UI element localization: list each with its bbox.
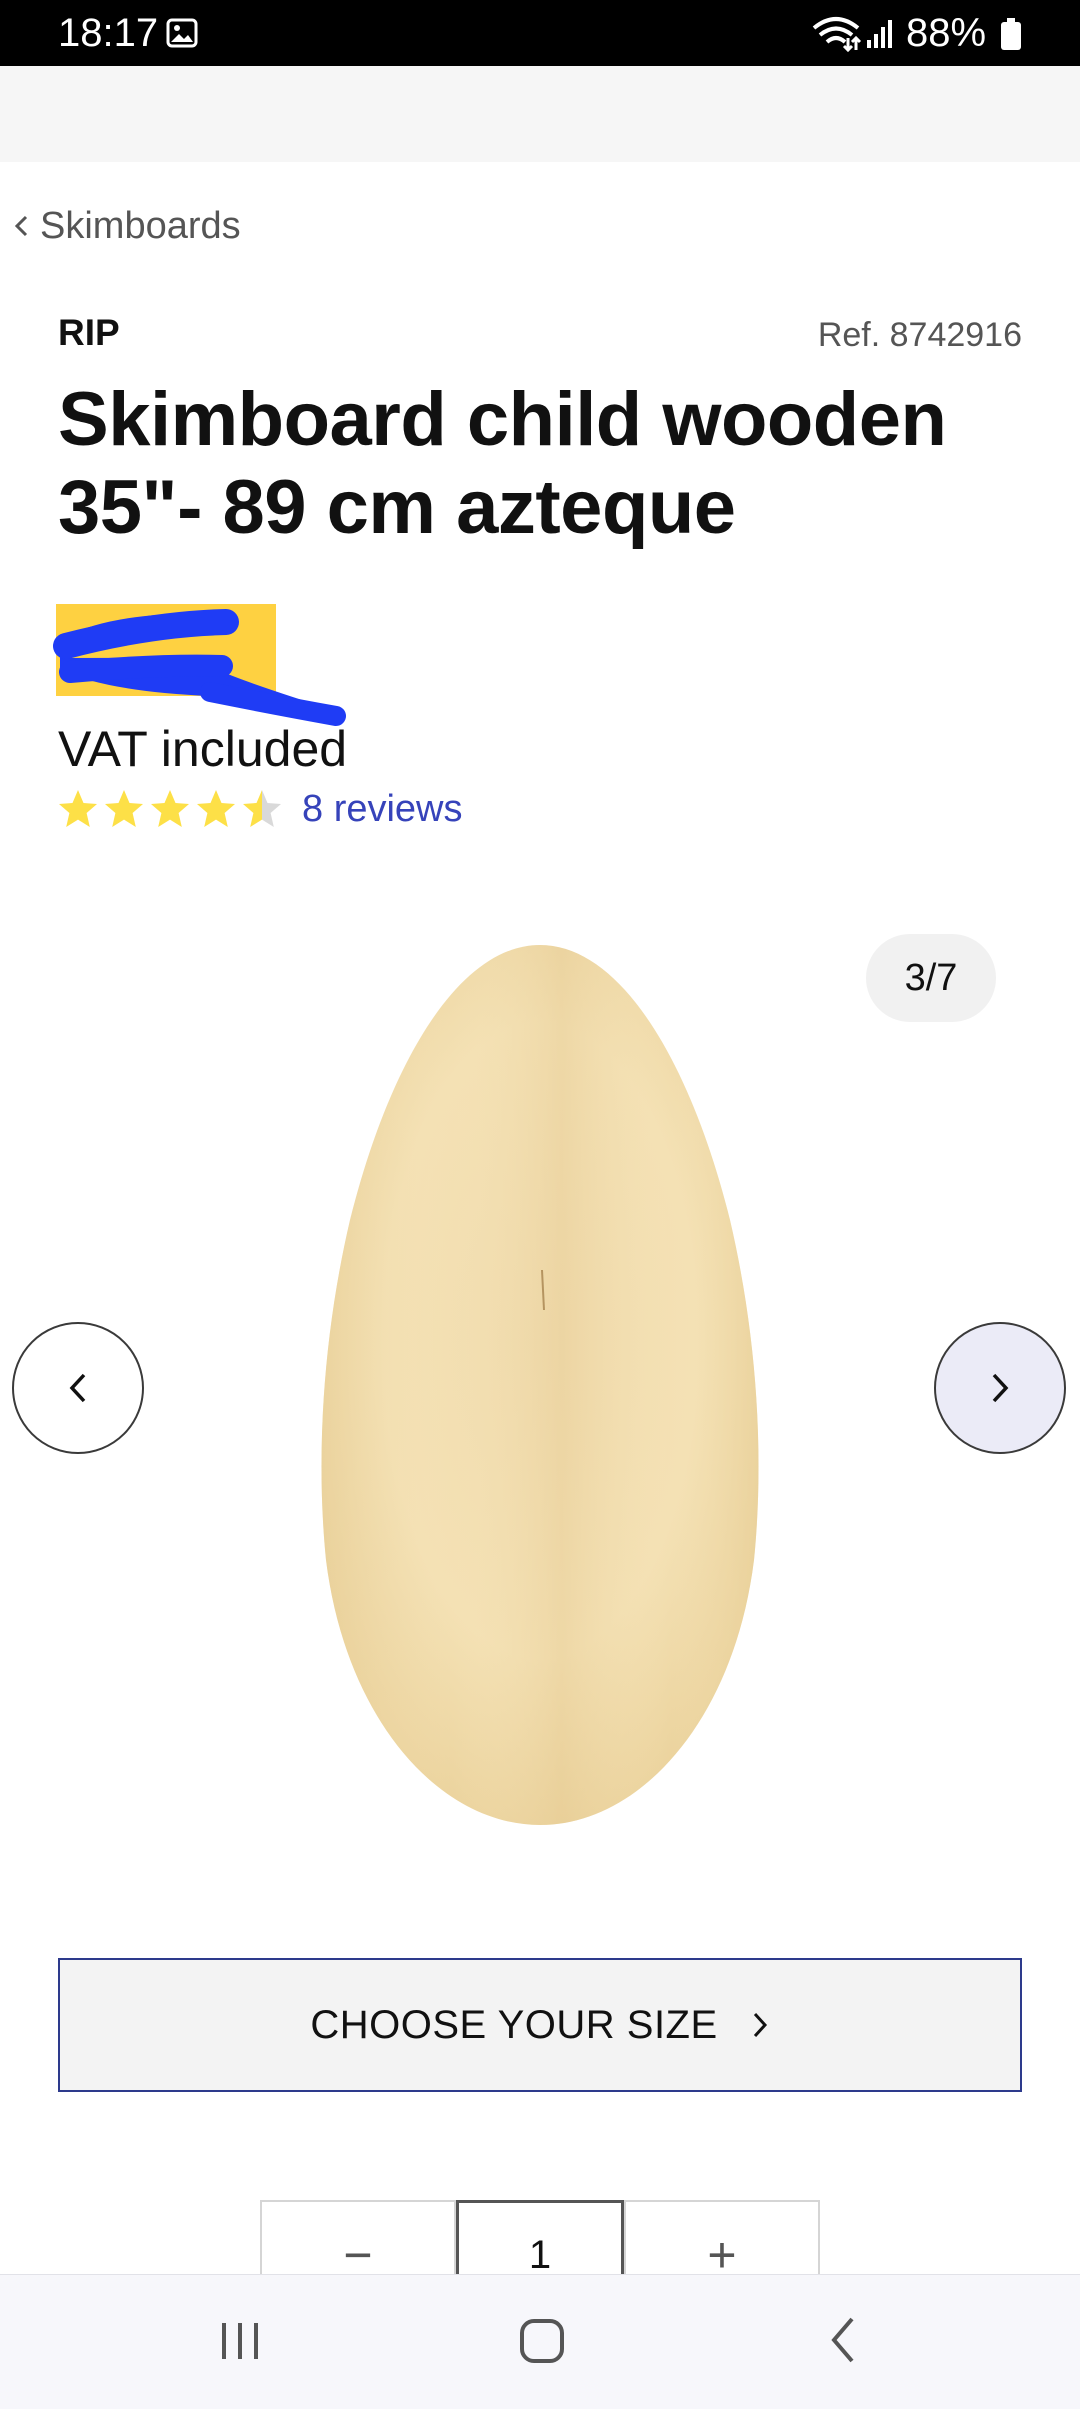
product-gallery[interactable]: 3/7 — [0, 900, 1080, 1860]
gallery-next-button[interactable] — [934, 1322, 1066, 1454]
product-ref: Ref. 8742916 — [817, 316, 1022, 354]
wifi-icon — [812, 17, 862, 52]
gallery-icon — [166, 18, 198, 48]
rating-stars — [56, 787, 284, 831]
star-icon — [59, 790, 97, 827]
star-icon — [197, 790, 235, 827]
chevron-right-icon — [992, 1373, 1009, 1403]
star-icon — [151, 790, 189, 827]
choose-size-label: CHOOSE YOUR SIZE — [310, 2002, 718, 2047]
chevron-right-icon — [753, 2012, 767, 2038]
back-icon[interactable] — [826, 2315, 860, 2365]
redaction-scribble — [53, 609, 346, 726]
gallery-prev-button[interactable] — [12, 1322, 144, 1454]
choose-size-button[interactable]: CHOOSE YOUR SIZE — [58, 1958, 1022, 2092]
signal-icon — [867, 20, 892, 48]
status-time: 18:17 — [58, 11, 159, 55]
battery-icon — [1001, 18, 1021, 50]
top-banner — [0, 66, 1080, 162]
product-title: Skimboard child wooden 35"- 89 cm aztequ… — [58, 377, 947, 550]
reviews-link[interactable]: 8 reviews — [302, 788, 463, 831]
chevron-left-icon — [69, 1373, 86, 1403]
recent-apps-icon[interactable] — [216, 2319, 264, 2363]
breadcrumb-label[interactable]: Skimboards — [40, 205, 241, 248]
vat-label: VAT included — [58, 721, 348, 777]
image-counter: 3/7 — [866, 934, 996, 1022]
system-nav-bar — [0, 2274, 1080, 2409]
status-bar: 18:17 88% — [0, 0, 1080, 66]
battery-percentage: 88% — [906, 11, 987, 55]
breadcrumb[interactable]: Skimboards — [12, 196, 241, 256]
chevron-left-icon — [14, 215, 28, 237]
brand-name[interactable]: RIP — [58, 312, 120, 354]
rating[interactable]: 8 reviews — [56, 784, 463, 834]
star-half-icon — [243, 790, 281, 827]
star-icon — [105, 790, 143, 827]
home-icon[interactable] — [518, 2317, 566, 2365]
wooden-skimboard-image — [321, 945, 759, 1825]
